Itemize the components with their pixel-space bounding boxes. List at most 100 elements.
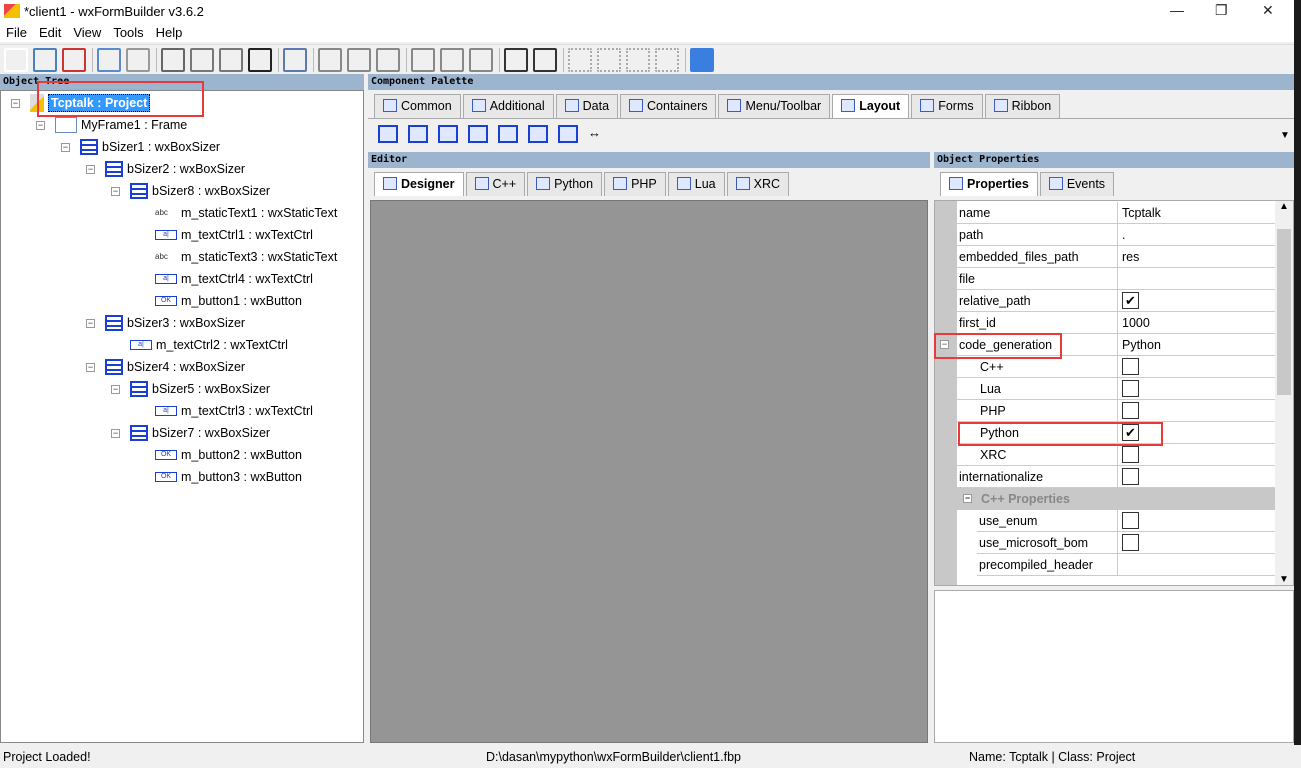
expand-icon[interactable]	[504, 48, 528, 72]
checkbox-unchecked[interactable]	[1122, 446, 1139, 463]
tree-item[interactable]: a| m_textCtrl2 : wxTextCtrl	[130, 335, 288, 355]
tree-item[interactable]: bSizer4 : wxBoxSizer	[105, 357, 245, 377]
property-row[interactable]: Lua	[957, 378, 1275, 400]
align-top-icon[interactable]	[411, 48, 435, 72]
expand-toggle[interactable]: −	[11, 99, 20, 108]
menu-file[interactable]: File	[0, 22, 33, 42]
swap-icon[interactable]	[690, 48, 714, 72]
property-row[interactable]: use_enum	[977, 510, 1275, 532]
editor-tab-lua[interactable]: Lua	[667, 172, 725, 196]
tree-item[interactable]: bSizer5 : wxBoxSizer	[130, 379, 270, 399]
tree-item[interactable]: a| m_textCtrl4 : wxTextCtrl	[155, 269, 313, 289]
grid-scrollbar[interactable]: ▲ ▼	[1275, 201, 1293, 585]
palette-tab-common[interactable]: Common	[374, 94, 461, 118]
copy-icon[interactable]	[190, 48, 214, 72]
property-row[interactable]: C++	[957, 356, 1275, 378]
menu-edit[interactable]: Edit	[33, 22, 67, 42]
property-row[interactable]: internationalize	[957, 466, 1275, 488]
minimize-icon[interactable]: —	[1170, 2, 1184, 18]
tree-item[interactable]: a| m_textCtrl1 : wxTextCtrl	[155, 225, 313, 245]
tree-item[interactable]: bSizer1 : wxBoxSizer	[80, 137, 220, 157]
tree-item[interactable]: OK m_button3 : wxButton	[155, 467, 302, 487]
expand-toggle[interactable]: −	[61, 143, 70, 152]
property-row[interactable]: use_microsoft_bom	[977, 532, 1275, 554]
checkbox-unchecked[interactable]	[1122, 534, 1139, 551]
property-category[interactable]: − C++ Properties	[957, 488, 1275, 510]
property-row[interactable]: embedded_files_path res	[957, 246, 1275, 268]
properties-tab-properties[interactable]: Properties	[940, 172, 1038, 196]
property-row[interactable]: XRC	[957, 444, 1275, 466]
property-row[interactable]: PHP	[957, 400, 1275, 422]
border-left-icon[interactable]	[568, 48, 592, 72]
property-row[interactable]: relative_path ✔	[957, 290, 1275, 312]
designer-canvas[interactable]	[370, 200, 928, 743]
editor-tab-php[interactable]: PHP	[604, 172, 666, 196]
border-bottom-icon[interactable]	[655, 48, 679, 72]
scroll-thumb[interactable]	[1277, 229, 1291, 395]
property-value[interactable]: Tcptalk	[1117, 202, 1275, 223]
std-dialog-button-sizer-icon[interactable]	[558, 125, 578, 143]
property-value[interactable]: 1000	[1117, 312, 1275, 333]
expand-toggle[interactable]: −	[86, 363, 95, 372]
cut-icon[interactable]	[161, 48, 185, 72]
align-right-icon[interactable]	[376, 48, 400, 72]
property-row[interactable]: file	[957, 268, 1275, 290]
wrap-sizer-icon[interactable]	[438, 125, 458, 143]
tree-item[interactable]: OK m_button2 : wxButton	[155, 445, 302, 465]
property-value[interactable]	[1117, 554, 1275, 575]
object-tree[interactable]: − Tcptalk : Project − MyFrame1 : Frame − bSiz…	[0, 90, 364, 743]
align-center-h-icon[interactable]	[347, 48, 371, 72]
open-icon[interactable]	[33, 48, 57, 72]
property-row[interactable]: path.	[957, 224, 1275, 246]
checkbox-checked[interactable]: ✔	[1122, 292, 1139, 309]
properties-tab-events[interactable]: Events	[1039, 172, 1115, 196]
tree-item[interactable]: bSizer7 : wxBoxSizer	[130, 423, 270, 443]
property-value[interactable]: Python	[1117, 334, 1275, 355]
checkbox-unchecked[interactable]	[1122, 512, 1139, 529]
box-sizer-icon[interactable]	[378, 125, 398, 143]
align-left-icon[interactable]	[318, 48, 342, 72]
paste-icon[interactable]	[219, 48, 243, 72]
save-icon[interactable]	[62, 48, 86, 72]
checkbox-unchecked[interactable]	[1122, 380, 1139, 397]
grid-sizer-icon[interactable]	[468, 125, 488, 143]
tree-item[interactable]: abc m_staticText3 : wxStaticText	[155, 247, 337, 267]
static-box-sizer-icon[interactable]	[408, 125, 428, 143]
menu-help[interactable]: Help	[150, 22, 189, 42]
property-value[interactable]: .	[1117, 224, 1275, 245]
align-bottom-icon[interactable]	[469, 48, 493, 72]
palette-tab-additional[interactable]: Additional	[462, 94, 554, 118]
palette-tab-forms[interactable]: Forms	[911, 94, 983, 118]
delete-icon[interactable]	[248, 48, 272, 72]
property-row[interactable]: precompiled_header	[977, 554, 1275, 576]
grid-bag-sizer-icon[interactable]	[528, 125, 548, 143]
expand-toggle[interactable]: −	[111, 385, 120, 394]
expand-toggle[interactable]: −	[36, 121, 45, 130]
tree-item[interactable]: abc m_staticText1 : wxStaticText	[155, 203, 337, 223]
close-icon[interactable]: ✕	[1262, 2, 1274, 19]
redo-icon[interactable]	[126, 48, 150, 72]
undo-icon[interactable]	[97, 48, 121, 72]
spacer-icon[interactable]: ↔	[588, 125, 608, 143]
border-right-icon[interactable]	[597, 48, 621, 72]
new-icon[interactable]	[4, 48, 28, 72]
tree-item[interactable]: OK m_button1 : wxButton	[155, 291, 302, 311]
scroll-down-icon[interactable]: ▼	[1275, 574, 1293, 585]
align-center-v-icon[interactable]	[440, 48, 464, 72]
palette-tab-containers[interactable]: Containers	[620, 94, 717, 118]
property-grid[interactable]: ▲ ▼ name Tcptalk path. embedded_files_path r…	[934, 200, 1294, 586]
property-row[interactable]: first_id 1000	[957, 312, 1275, 334]
tree-item[interactable]: bSizer8 : wxBoxSizer	[130, 181, 270, 201]
tree-item[interactable]: MyFrame1 : Frame	[55, 115, 187, 135]
flex-grid-sizer-icon[interactable]	[498, 125, 518, 143]
property-value[interactable]	[1117, 268, 1275, 289]
property-value[interactable]: res	[1117, 246, 1275, 267]
menu-tools[interactable]: Tools	[107, 22, 149, 42]
editor-tab-designer[interactable]: Designer	[374, 172, 464, 196]
property-row[interactable]: name Tcptalk	[957, 202, 1275, 224]
generate-code-icon[interactable]	[283, 48, 307, 72]
expand-toggle[interactable]: −	[86, 319, 95, 328]
palette-dropdown-icon[interactable]: ▼	[1280, 130, 1290, 141]
editor-tab-python[interactable]: Python	[527, 172, 603, 196]
editor-tab-xrc[interactable]: XRC	[726, 172, 790, 196]
